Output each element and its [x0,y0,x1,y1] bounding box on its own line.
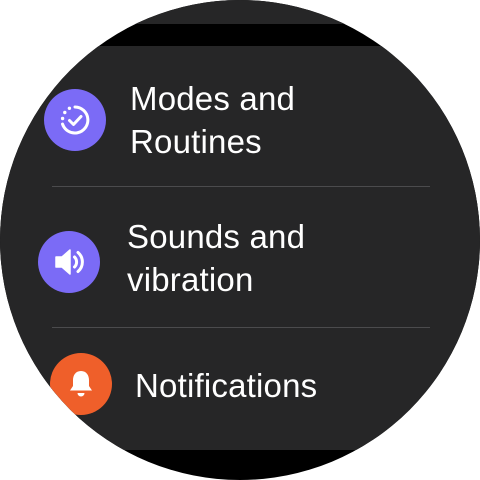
settings-item-label: Sounds and vibration [127,215,305,301]
settings-item-sounds-and-vibration[interactable]: Sounds and vibration [0,187,480,327]
label-line-1: Modes and [130,80,296,117]
watch-screen: Modes and Routines Sounds and vibration [0,0,480,480]
modes-routines-icon [44,89,106,151]
bell-icon [50,353,112,415]
settings-item-modes-and-routines[interactable]: Modes and Routines [0,46,480,186]
label-line-1: Sounds and [127,218,306,255]
settings-item-label: Notifications [135,367,318,404]
settings-list: Modes and Routines Sounds and vibration [0,46,480,450]
settings-item-label: Modes and Routines [130,77,295,163]
label-line-2: Routines [130,123,262,160]
volume-icon [38,231,100,293]
previous-item-peek [0,0,480,24]
label-line-2: vibration [127,261,254,298]
settings-item-notifications[interactable]: Notifications [0,328,480,450]
